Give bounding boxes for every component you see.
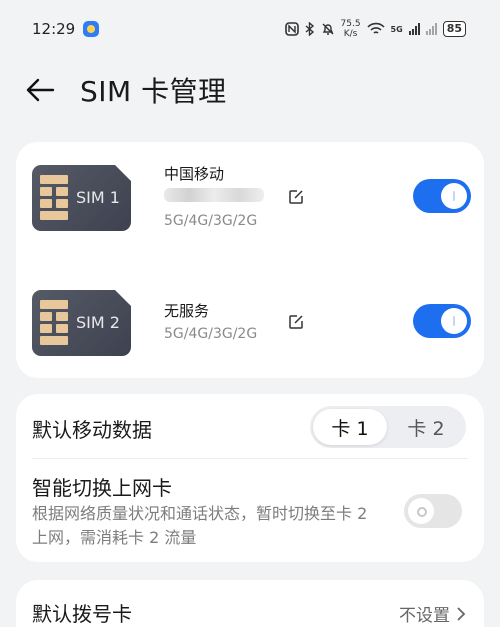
default-data-option-1[interactable]: 卡 1 [313,409,387,445]
sim-list-card: SIM 1 中国移动 5G/4G/3G/2G SIM 2 无服务 5G/4G/3… [16,142,484,378]
smart-switch-description: 根据网络质量状况和通话状态，暂时切换至卡 2 上网，需消耗卡 2 流量 [32,504,368,547]
signal-icon [408,23,420,35]
battery-icon: 85 [442,21,466,37]
status-time: 12:29 [32,20,76,38]
sim-2-edit-icon[interactable] [288,314,304,330]
mute-icon [322,23,333,35]
weather-app-icon [83,21,100,37]
arrow-left-icon [26,78,55,102]
page-title: SIM 卡管理 [80,75,227,108]
sim-card-2-label: SIM 2 [76,313,120,332]
smart-switch-toggle[interactable] [404,494,462,528]
default-dial-value-group[interactable]: 不设置 [399,601,466,626]
data-settings-card: 默认移动数据 卡 1 卡 2 智能切换上网卡 根据网络质量状况和通话状态，暂时切… [16,394,484,562]
network-speed-unit: K/s [343,29,358,39]
default-dial-value: 不设置 [399,606,450,626]
page-header: SIM 卡管理 [0,62,500,118]
bluetooth-icon [305,22,314,36]
signal-2-icon [425,23,437,35]
wifi-icon [366,22,385,34]
network-speed-value: 75.5 [340,19,361,29]
status-bar: 12:29 75.5 K/s 5G 85 [0,0,500,58]
sim-card-1-icon: SIM 1 [32,165,131,231]
sim-row-2[interactable]: SIM 2 无服务 5G/4G/3G/2G [16,267,484,377]
sim-1-edit-icon[interactable] [288,189,304,205]
sim-1-carrier: 中国移动 [164,165,225,183]
sim-2-toggle[interactable] [413,304,471,338]
nfc-icon [284,22,299,36]
sim-card-2-icon: SIM 2 [32,290,131,356]
smart-switch-label: 智能切换上网卡 [32,476,172,500]
sim-1-toggle[interactable] [413,179,471,213]
default-dial-label: 默认拨号卡 [32,602,132,626]
divider [32,458,468,459]
default-dial-card[interactable]: 默认拨号卡 不设置 [16,580,484,627]
sim-1-number-redacted [164,188,264,202]
chevron-right-icon [457,606,466,621]
sim-card-1-label: SIM 1 [76,188,120,207]
default-data-option-2[interactable]: 卡 2 [389,409,463,445]
default-data-selector: 卡 1 卡 2 [310,406,466,448]
network-speed: 75.5 K/s [341,19,361,39]
sim-row-1[interactable]: SIM 1 中国移动 5G/4G/3G/2G [16,142,484,252]
sim-2-network-types: 5G/4G/3G/2G [164,326,258,342]
sim-1-network-types: 5G/4G/3G/2G [164,213,258,229]
default-data-label: 默认移动数据 [32,418,152,442]
back-button[interactable] [0,62,80,118]
sim-2-carrier: 无服务 [164,302,210,320]
signal-type-label: 5G [390,24,403,34]
